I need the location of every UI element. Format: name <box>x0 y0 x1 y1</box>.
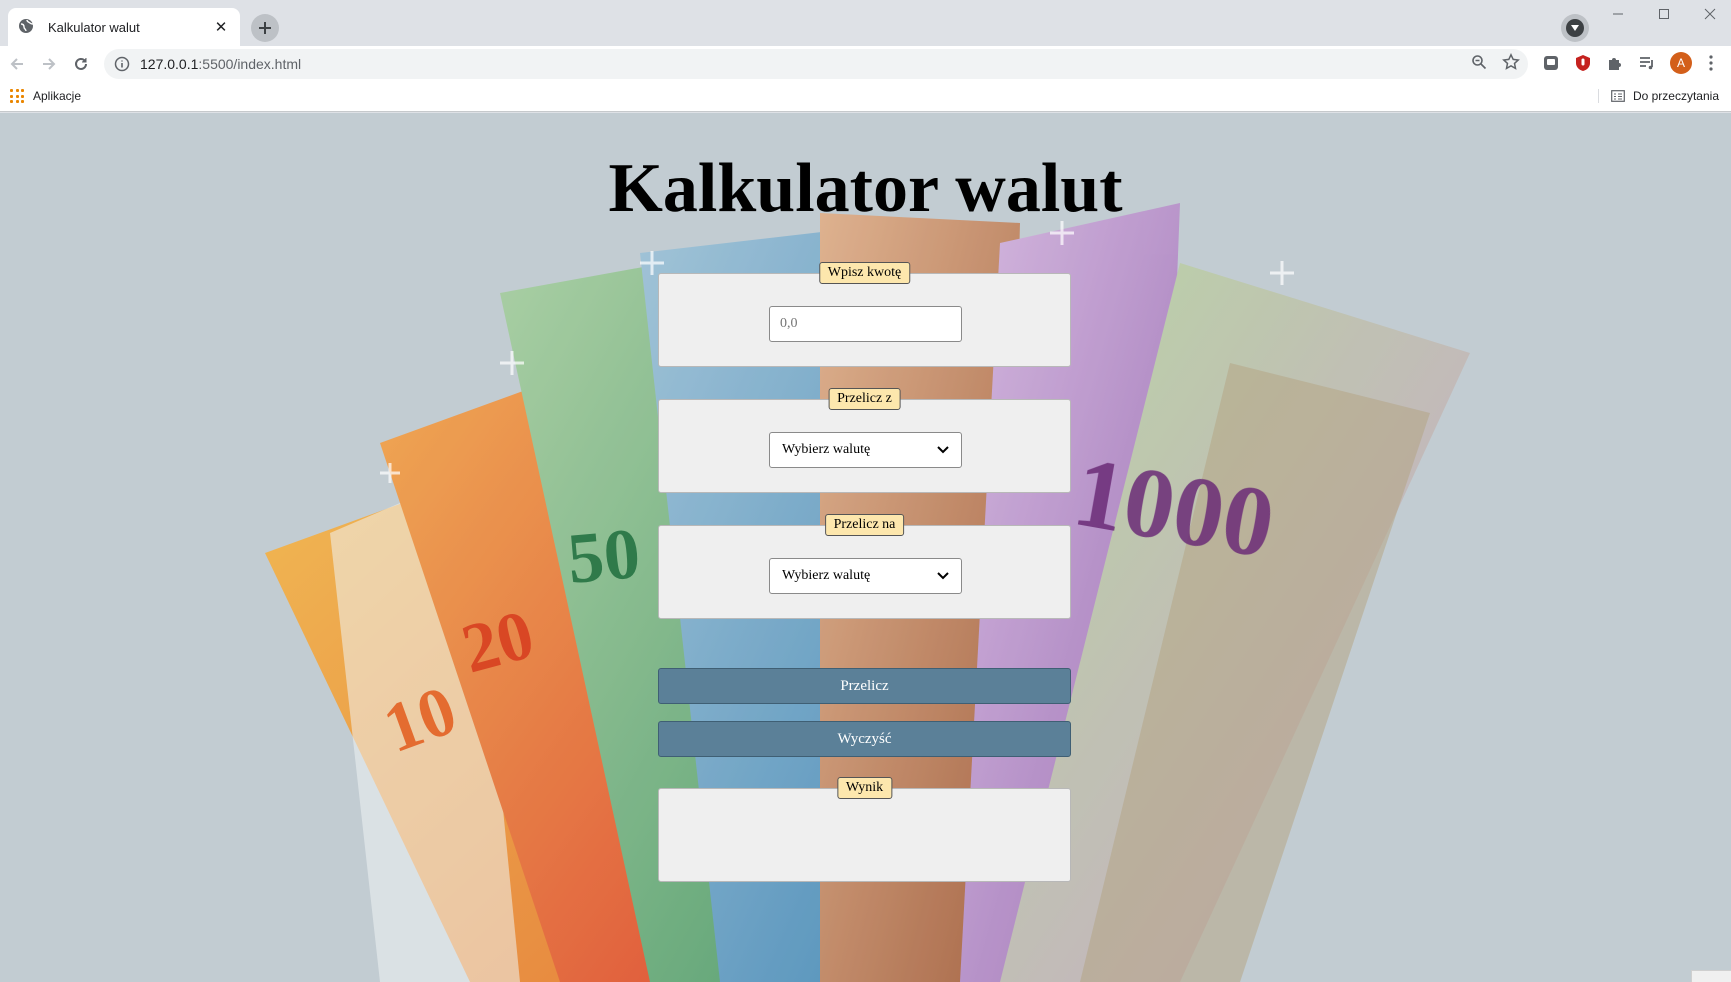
to-currency-value: Wybierz walutę <box>782 568 871 583</box>
address-bar[interactable]: 127.0.0.1:5500/index.html <box>104 49 1528 79</box>
bookmark-apps[interactable]: Aplikacje <box>10 89 81 103</box>
maximize-icon[interactable] <box>1641 0 1687 28</box>
amount-legend: Wpisz kwotę <box>818 262 911 284</box>
url-text: 127.0.0.1:5500/index.html <box>140 56 302 72</box>
extension-icon[interactable] <box>1572 52 1594 74</box>
tab-strip: Kalkulator walut ✕ <box>0 0 1731 46</box>
plus-icon[interactable] <box>251 14 279 42</box>
from-currency-value: Wybierz walutę <box>782 442 871 457</box>
globe-icon <box>18 18 36 36</box>
reading-list-label: Do przeczytania <box>1632 89 1719 103</box>
page-title: Kalkulator walut <box>608 150 1123 227</box>
result-legend: Wynik <box>836 777 893 799</box>
status-corner <box>1691 970 1731 982</box>
to-currency-legend: Przelicz na <box>824 514 905 536</box>
reading-list-icon <box>1611 90 1625 102</box>
media-control-icon[interactable] <box>1561 14 1589 42</box>
window-close-icon[interactable] <box>1687 0 1731 28</box>
reading-list-button[interactable]: Do przeczytania <box>1597 89 1719 103</box>
extensions-puzzle-icon[interactable] <box>1604 52 1626 74</box>
page-viewport: 10 20 50 1000 Kalkulator walut Wpisz kwo… <box>0 113 1731 982</box>
result-fieldset: Wynik <box>658 777 1071 882</box>
zoom-icon[interactable] <box>1470 53 1488 71</box>
chevron-down-icon <box>937 572 949 580</box>
reload-icon[interactable] <box>66 49 96 79</box>
tab-title: Kalkulator walut <box>48 19 140 35</box>
to-currency-fieldset: Przelicz na Wybierz walutę <box>658 514 1071 619</box>
browser-toolbar: 127.0.0.1:5500/index.html A <box>0 46 1731 82</box>
star-icon[interactable] <box>1502 53 1520 71</box>
avatar[interactable]: A <box>1670 52 1692 74</box>
to-currency-select[interactable]: Wybierz walutę <box>769 558 962 594</box>
from-currency-legend: Przelicz z <box>828 388 901 410</box>
bookmark-apps-label: Aplikacje <box>33 89 82 103</box>
browser-tab[interactable]: Kalkulator walut ✕ <box>8 8 240 46</box>
convert-button[interactable]: Przelicz <box>658 668 1071 704</box>
from-currency-fieldset: Przelicz z Wybierz walutę <box>658 388 1071 493</box>
back-arrow-icon[interactable] <box>2 49 32 79</box>
forward-arrow-icon[interactable] <box>34 49 64 79</box>
close-icon[interactable]: ✕ <box>212 18 230 36</box>
apps-grid-icon <box>10 89 24 103</box>
info-icon[interactable] <box>114 56 130 72</box>
menu-dots-icon[interactable] <box>1700 52 1722 74</box>
clear-button[interactable]: Wyczyść <box>658 721 1071 757</box>
from-currency-select[interactable]: Wybierz walutę <box>769 432 962 468</box>
queue-icon[interactable] <box>1636 52 1658 74</box>
minimize-icon[interactable] <box>1595 0 1641 28</box>
bookmarks-bar: Aplikacje Do przeczytania <box>0 82 1731 112</box>
amount-fieldset: Wpisz kwotę <box>658 262 1071 367</box>
amount-input[interactable] <box>769 306 962 342</box>
extension-icon[interactable] <box>1540 52 1562 74</box>
chevron-down-icon <box>937 446 949 454</box>
svg-text:50: 50 <box>564 513 643 599</box>
